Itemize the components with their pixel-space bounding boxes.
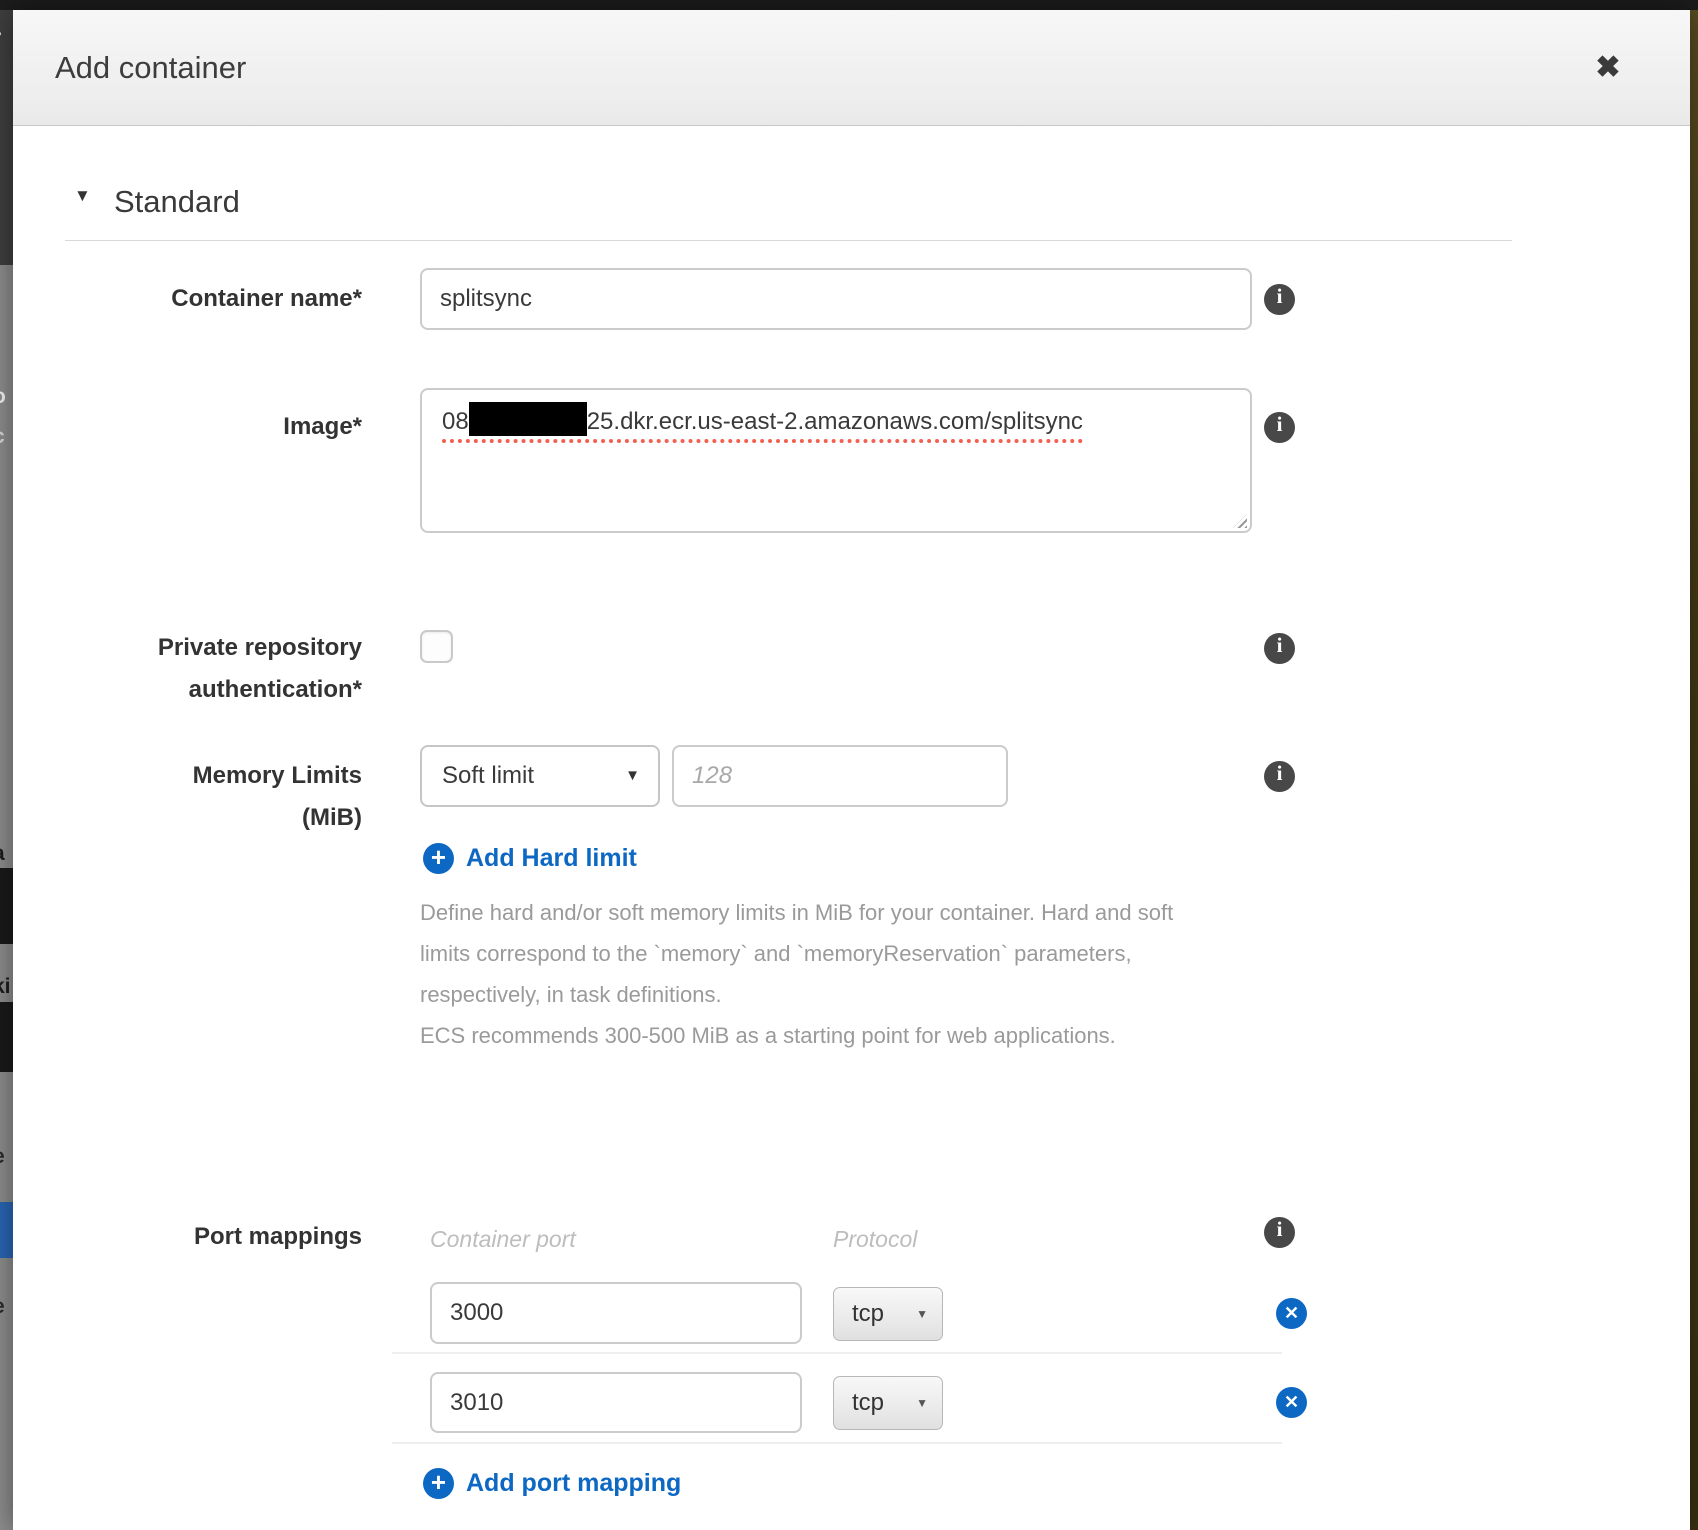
memory-limits-label-line1: Memory Limits xyxy=(65,761,362,791)
memory-help-line: limits correspond to the `memory` and `m… xyxy=(420,933,1240,974)
add-port-mapping-button[interactable]: + xyxy=(423,1468,454,1499)
remove-port-mapping-button[interactable]: ✕ xyxy=(1276,1298,1307,1329)
close-button[interactable]: ✖ xyxy=(1588,48,1628,88)
remove-port-mapping-button[interactable]: ✕ xyxy=(1276,1387,1307,1418)
chevron-down-icon: ▼ xyxy=(916,1288,928,1340)
background-text-fragment: c xyxy=(0,425,13,449)
background-button-fragment xyxy=(0,1202,13,1258)
protocol-value: tcp xyxy=(852,1288,884,1340)
container-port-input[interactable] xyxy=(430,1282,802,1344)
private-repo-checkbox[interactable] xyxy=(420,630,453,663)
image-value-prefix: 08 xyxy=(442,408,469,435)
close-icon: ✖ xyxy=(1595,51,1620,84)
background-text-fragment: a xyxy=(0,842,13,866)
page: r o c a ki e e Add container ✖ ▼ Standar… xyxy=(0,0,1698,1530)
background-text-fragment: e xyxy=(0,1295,13,1319)
memory-limit-value-input[interactable] xyxy=(672,745,1008,807)
container-name-input[interactable] xyxy=(420,268,1252,330)
info-icon-glyph: i xyxy=(1277,633,1283,657)
add-hard-limit-button[interactable]: + xyxy=(423,843,454,874)
chevron-down-icon: ▼ xyxy=(916,1377,928,1429)
modal-title: Add container xyxy=(55,10,246,126)
modal-header: Add container ✖ xyxy=(13,10,1690,126)
container-port-column-header: Container port xyxy=(430,1226,576,1253)
background-text-fragment: e xyxy=(0,1145,13,1169)
image-value-suffix: 25.dkr.ecr.us-east-2.amazonaws.com/split… xyxy=(587,408,1083,435)
private-repo-label-line2: authentication* xyxy=(65,675,362,705)
image-label: Image* xyxy=(65,412,362,442)
background-page-left-edge: r o c a ki e e xyxy=(0,0,13,1530)
image-textarea[interactable]: 08 25.dkr.ecr.us-east-2.amazonaws.com/spl… xyxy=(420,388,1252,533)
image-value: 08 25.dkr.ecr.us-east-2.amazonaws.com/spl… xyxy=(442,402,1083,443)
background-text-fragment: o xyxy=(0,385,13,409)
background-text-fragment: ki xyxy=(0,975,13,999)
section-title[interactable]: Standard xyxy=(114,184,240,220)
remove-icon: ✕ xyxy=(1276,1298,1307,1329)
plus-icon: + xyxy=(423,1468,454,1497)
memory-limit-type-value: Soft limit xyxy=(442,747,534,805)
info-icon-glyph: i xyxy=(1277,1217,1283,1241)
memory-help-line: respectively, in task definitions. xyxy=(420,974,1240,1015)
add-port-mapping-link[interactable]: Add port mapping xyxy=(466,1468,681,1499)
info-icon[interactable]: i xyxy=(1264,1217,1295,1248)
add-hard-limit-link[interactable]: Add Hard limit xyxy=(466,843,637,874)
info-icon[interactable]: i xyxy=(1264,284,1295,315)
memory-help-line: ECS recommends 300-500 MiB as a starting… xyxy=(420,1015,1240,1056)
info-icon-glyph: i xyxy=(1277,412,1283,436)
resize-handle-icon[interactable] xyxy=(1233,514,1247,528)
info-icon[interactable]: i xyxy=(1264,412,1295,443)
info-icon[interactable]: i xyxy=(1264,761,1295,792)
protocol-value: tcp xyxy=(852,1377,884,1429)
background-page-right-edge xyxy=(1690,0,1698,1530)
section-divider xyxy=(65,240,1512,241)
private-repo-label-line1: Private repository xyxy=(65,633,362,663)
port-mappings-label: Port mappings xyxy=(65,1222,362,1252)
redaction-box xyxy=(469,402,587,436)
memory-limits-label-line2: (MiB) xyxy=(65,803,362,833)
chevron-down-icon: ▼ xyxy=(625,747,640,805)
info-icon[interactable]: i xyxy=(1264,633,1295,664)
port-row-divider xyxy=(392,1352,1282,1354)
plus-icon: + xyxy=(423,843,454,872)
background-image-fragment xyxy=(0,1002,13,1072)
container-port-input[interactable] xyxy=(430,1372,802,1433)
remove-icon: ✕ xyxy=(1276,1387,1307,1418)
port-row-divider xyxy=(392,1442,1282,1444)
background-text-fragment: r xyxy=(0,26,13,50)
memory-help-line: Define hard and/or soft memory limits in… xyxy=(420,892,1240,933)
background-top-bar xyxy=(0,0,1698,10)
background-image-fragment xyxy=(0,868,13,944)
protocol-select[interactable]: tcp ▼ xyxy=(833,1376,943,1430)
container-name-label: Container name* xyxy=(65,284,362,314)
section-collapse-caret-icon[interactable]: ▼ xyxy=(74,186,91,206)
info-icon-glyph: i xyxy=(1277,761,1283,785)
protocol-select[interactable]: tcp ▼ xyxy=(833,1287,943,1341)
info-icon-glyph: i xyxy=(1277,284,1283,308)
protocol-column-header: Protocol xyxy=(833,1226,917,1253)
memory-limit-type-select[interactable]: Soft limit ▼ xyxy=(420,745,660,807)
